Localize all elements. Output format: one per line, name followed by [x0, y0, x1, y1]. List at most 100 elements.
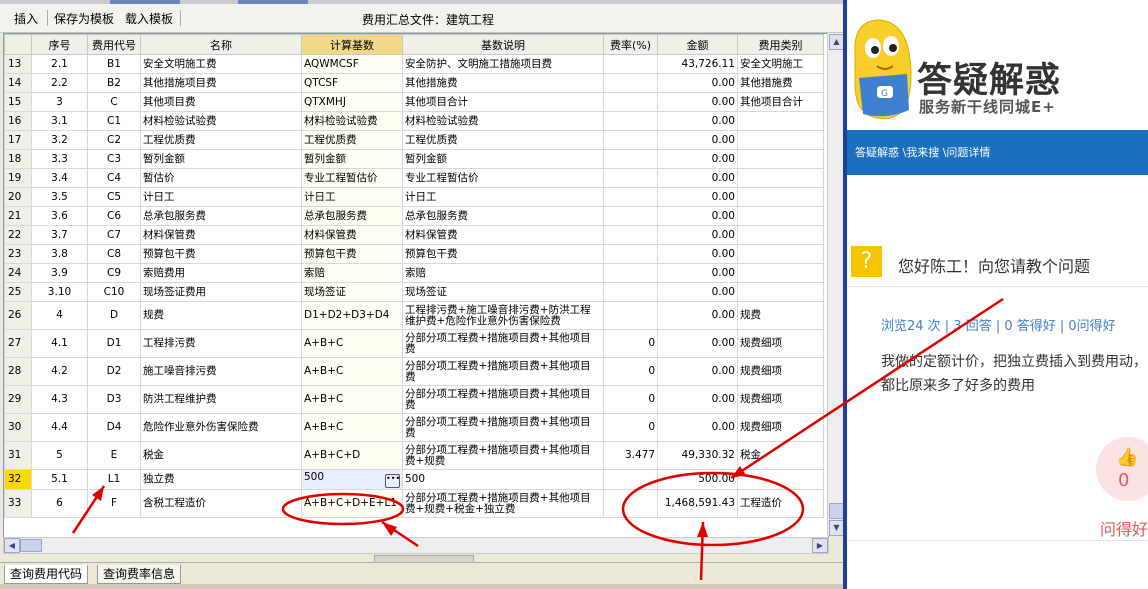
name-cell[interactable]: 计日工 — [140, 187, 302, 207]
amount-cell[interactable]: 0.00 — [657, 187, 738, 207]
code-cell[interactable]: C6 — [87, 206, 141, 226]
table-row[interactable]: 23 3.8 C8 预算包干费 预算包干费 预算包干费 0.00 — [4, 244, 824, 264]
code-cell[interactable]: D4 — [87, 413, 141, 442]
code-cell[interactable]: L1 — [87, 469, 141, 490]
table-row[interactable]: 24 3.9 C9 索赔费用 索赔 索赔 0.00 — [4, 263, 824, 283]
hscroll-thumb[interactable] — [20, 539, 42, 552]
base-cell[interactable]: 总承包服务费 — [301, 206, 403, 226]
code-cell[interactable]: C1 — [87, 111, 141, 131]
rate-cell[interactable] — [603, 301, 658, 330]
code-cell[interactable]: D3 — [87, 385, 141, 414]
name-cell[interactable]: 索赔费用 — [140, 263, 302, 283]
like-button[interactable]: 👍 0 — [1096, 437, 1148, 501]
header-name[interactable]: 名称 — [140, 34, 302, 55]
base-desc-cell[interactable]: 材料保管费 — [402, 225, 604, 245]
category-cell[interactable]: 规费细项 — [737, 385, 824, 414]
seq-cell[interactable]: 3.3 — [31, 149, 88, 169]
insert-button[interactable]: 插入 — [14, 10, 38, 27]
rate-cell[interactable]: 3.477 — [603, 441, 658, 470]
seq-cell[interactable]: 3.6 — [31, 206, 88, 226]
rate-cell[interactable] — [603, 92, 658, 112]
category-cell[interactable] — [737, 263, 824, 283]
category-cell[interactable] — [737, 225, 824, 245]
name-cell[interactable]: 独立费 — [140, 469, 302, 490]
name-cell[interactable]: 税金 — [140, 441, 302, 470]
table-row[interactable]: 25 3.10 C10 现场签证费用 现场签证 现场签证 0.00 — [4, 282, 824, 302]
amount-cell[interactable]: 0.00 — [657, 329, 738, 358]
table-row[interactable]: 29 4.3 D3 防洪工程维护费 A+B+C 分部分项工程费+措施项目费+其他项目费 0 0… — [4, 385, 824, 414]
base-cell[interactable]: QTCSF — [301, 73, 403, 93]
name-cell[interactable]: 材料保管费 — [140, 225, 302, 245]
amount-cell[interactable]: 0.00 — [657, 282, 738, 302]
amount-cell[interactable]: 0.00 — [657, 73, 738, 93]
amount-cell[interactable]: 0.00 — [657, 168, 738, 188]
base-cell[interactable]: QTXMHJ — [301, 92, 403, 112]
cost-grid[interactable]: 序号 费用代号 名称 计算基数 基数说明 费率(%) 金额 费用类别 13 2.1… — [3, 33, 829, 538]
base-cell[interactable]: A+B+C — [301, 357, 403, 386]
seq-cell[interactable]: 6 — [31, 489, 88, 518]
name-cell[interactable]: 危险作业意外伤害保险费 — [140, 413, 302, 442]
rate-cell[interactable] — [603, 130, 658, 150]
name-cell[interactable]: 其他项目费 — [140, 92, 302, 112]
base-desc-cell[interactable]: 分部分项工程费+措施项目费+其他项目费 — [402, 357, 604, 386]
category-cell[interactable] — [737, 149, 824, 169]
code-cell[interactable]: B1 — [87, 54, 141, 74]
rate-cell[interactable]: 0 — [603, 385, 658, 414]
table-row[interactable]: 22 3.7 C7 材料保管费 材料保管费 材料保管费 0.00 — [4, 225, 824, 245]
amount-cell[interactable]: 0.00 — [657, 130, 738, 150]
table-row[interactable]: 26 4 D 规费 D1+D2+D3+D4 工程排污费+施工噪音排污费+防洪工程维护费+危… — [4, 301, 824, 330]
category-cell[interactable]: 规费 — [737, 301, 824, 330]
base-desc-cell[interactable]: 分部分项工程费+措施项目费+其他项目费 — [402, 329, 604, 358]
rate-cell[interactable] — [603, 187, 658, 207]
category-cell[interactable] — [737, 130, 824, 150]
category-cell[interactable] — [737, 206, 824, 226]
horizontal-scrollbar[interactable]: ◀ ▶ — [3, 537, 829, 554]
name-cell[interactable]: 工程排污费 — [140, 329, 302, 358]
table-row[interactable]: 19 3.4 C4 暂估价 专业工程暂估价 专业工程暂估价 0.00 — [4, 168, 824, 188]
rate-cell[interactable] — [603, 489, 658, 518]
rate-cell[interactable] — [603, 469, 658, 490]
breadcrumb[interactable]: 答疑解惑 \我来搜 \问题详情 — [855, 144, 990, 160]
seq-cell[interactable]: 4.3 — [31, 385, 88, 414]
rate-cell[interactable] — [603, 225, 658, 245]
base-desc-cell[interactable]: 其他项目合计 — [402, 92, 604, 112]
code-cell[interactable]: C10 — [87, 282, 141, 302]
question-stats[interactable]: 浏览24 次 | 3 回答 | 0 答得好 | 0问得好 — [881, 315, 1116, 334]
amount-cell[interactable]: 43,726.11 — [657, 54, 738, 74]
rate-cell[interactable] — [603, 111, 658, 131]
amount-cell[interactable]: 0.00 — [657, 413, 738, 442]
base-cell[interactable]: 计日工 — [301, 187, 403, 207]
helpful-label[interactable]: 问得好 — [1100, 516, 1148, 540]
base-desc-cell[interactable]: 计日工 — [402, 187, 604, 207]
seq-cell[interactable]: 5 — [31, 441, 88, 470]
seq-cell[interactable]: 3.4 — [31, 168, 88, 188]
amount-cell[interactable]: 0.00 — [657, 385, 738, 414]
seq-cell[interactable]: 2.2 — [31, 73, 88, 93]
name-cell[interactable]: 工程优质费 — [140, 130, 302, 150]
name-cell[interactable]: 总承包服务费 — [140, 206, 302, 226]
base-desc-cell[interactable]: 工程排污费+施工噪音排污费+防洪工程维护费+危险作业意外伤害保险费 — [402, 301, 604, 330]
seq-cell[interactable]: 3 — [31, 92, 88, 112]
rate-cell[interactable] — [603, 244, 658, 264]
category-cell[interactable]: 规费细项 — [737, 413, 824, 442]
base-desc-cell[interactable]: 500 — [402, 469, 604, 490]
base-desc-cell[interactable]: 其他措施费 — [402, 73, 604, 93]
code-cell[interactable]: D1 — [87, 329, 141, 358]
table-row[interactable]: 18 3.3 C3 暂列金额 暂列金额 暂列金额 0.00 — [4, 149, 824, 169]
seq-cell[interactable]: 3.5 — [31, 187, 88, 207]
base-desc-cell[interactable]: 材料检验试验费 — [402, 111, 604, 131]
scroll-up-icon[interactable]: ▲ — [829, 34, 843, 50]
save-template-button[interactable]: 保存为模板 — [54, 10, 114, 27]
rate-cell[interactable] — [603, 263, 658, 283]
category-cell[interactable] — [737, 244, 824, 264]
base-cell[interactable]: 索赔 — [301, 263, 403, 283]
seq-cell[interactable]: 5.1 — [31, 469, 88, 490]
header-base-desc[interactable]: 基数说明 — [402, 34, 604, 55]
base-cell[interactable]: 专业工程暂估价 — [301, 168, 403, 188]
category-cell[interactable]: 规费细项 — [737, 357, 824, 386]
base-desc-cell[interactable]: 工程优质费 — [402, 130, 604, 150]
amount-cell[interactable]: 500.00 — [657, 469, 738, 490]
ellipsis-button-icon[interactable]: ••• — [385, 473, 400, 488]
base-cell[interactable]: A+B+C+D — [301, 441, 403, 470]
code-cell[interactable]: C7 — [87, 225, 141, 245]
